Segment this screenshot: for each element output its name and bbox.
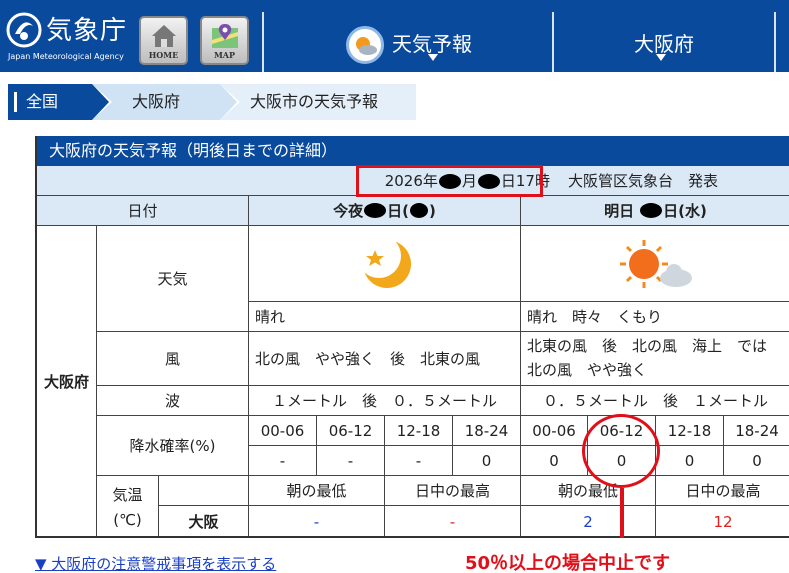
wave-row-label: 波: [97, 386, 249, 416]
pop-time: 00-06: [249, 416, 317, 446]
day1-weather-icon-cell: [249, 226, 521, 302]
temp-row-label: 気温 (℃): [97, 476, 159, 536]
issuer-text: 大阪管区気象台 発表: [567, 172, 718, 190]
map-pin-icon: [212, 24, 238, 48]
day2-max-value: 12: [656, 506, 789, 536]
menu-prefecture-label: 大阪府: [634, 32, 694, 56]
day1-wave-text: １メートル 後 ０．５メートル: [249, 386, 521, 416]
house-icon: [152, 25, 176, 47]
day1-paren: ): [429, 201, 436, 220]
pop-value: 0: [453, 446, 521, 476]
day2-max-label: 日中の最高: [656, 476, 789, 506]
redacted-mark: [410, 203, 428, 218]
breadcrumb-arrow: [220, 84, 237, 120]
pop-value: 0: [656, 446, 724, 476]
annotation-note: 50％以上の場合中止です: [465, 553, 671, 573]
menu-forecast[interactable]: 天気予報: [262, 12, 552, 72]
day1-header: 今夜 日(): [249, 196, 521, 226]
temp-label: 気温: [112, 486, 143, 504]
breadcrumb-national-label: 全国: [26, 92, 59, 111]
menu-forecast-label: 天気予報: [392, 32, 472, 56]
redacted-mark: [364, 203, 387, 218]
pop-value: -: [249, 446, 317, 476]
warning-link[interactable]: ▼ 大阪府の注意警戒事項を表示する: [35, 553, 276, 573]
day2-wind-text: 北東の風 後 北の風 海上 では 北の風 やや強く: [521, 332, 789, 386]
moon-star-icon: [356, 233, 411, 288]
day2-weather-icon-cell: [521, 226, 789, 302]
pop-time: 18-24: [724, 416, 789, 446]
breadcrumb-marker: [14, 92, 17, 112]
home-label: HOME: [148, 50, 179, 60]
temp-city: 大阪: [159, 506, 249, 536]
day2-weather-text: 晴れ 時々 くもり: [521, 302, 789, 332]
annotation-arrow: [620, 488, 624, 538]
chevron-down-icon: [656, 54, 666, 61]
day1-min-value: -: [249, 506, 385, 536]
pop-value: -: [317, 446, 385, 476]
site-header: 気象庁 Japan Meteorological Agency HOME MAP…: [0, 0, 789, 72]
redacted-mark: [640, 203, 663, 218]
menu-prefecture[interactable]: 大阪府: [554, 12, 774, 72]
day1-date: 日(: [387, 202, 409, 220]
wind-row-label: 風: [97, 332, 249, 386]
pop-row-label: 降水確率(%): [97, 416, 249, 476]
header-divider: [774, 12, 776, 72]
date-header: 日付: [37, 196, 249, 226]
breadcrumb-current-label: 大阪市の天気予報: [250, 92, 379, 111]
day1-wind-text: 北の風 やや強く 後 北東の風: [249, 332, 521, 386]
day1-weather-text: 晴れ: [249, 302, 521, 332]
sun-cloud-icon: [346, 26, 384, 64]
temp-city-header: [159, 476, 249, 506]
day1-max-label: 日中の最高: [385, 476, 521, 506]
breadcrumb-national[interactable]: 全国: [8, 84, 92, 120]
day2-header: 明日 日(水): [521, 196, 789, 226]
pop-value: 0: [724, 446, 789, 476]
map-button[interactable]: MAP: [200, 16, 249, 65]
breadcrumb: 全国 大阪府 大阪市の天気予報: [8, 84, 416, 120]
sun-cloud-icon: [619, 239, 692, 288]
pop-time: 06-12: [317, 416, 385, 446]
pop-time: 12-18: [385, 416, 453, 446]
pop-time: 00-06: [521, 416, 588, 446]
breadcrumb-current: 大阪市の天気予報: [220, 84, 416, 120]
logo-text-jp: 気象庁: [46, 16, 128, 46]
issue-time-highlight: [356, 165, 543, 197]
temp-unit: (℃): [113, 511, 142, 529]
day2-min-value: 2: [521, 506, 656, 536]
day1-min-label: 朝の最低: [249, 476, 385, 506]
pop-time: 12-18: [656, 416, 724, 446]
day2-date: 日(水): [663, 202, 707, 220]
jma-logo[interactable]: 気象庁 Japan Meteorological Agency: [6, 12, 130, 64]
breadcrumb-prefecture-label: 大阪府: [132, 92, 181, 111]
jma-logo-icon: [6, 12, 42, 48]
chevron-down-icon: [428, 54, 438, 61]
day1-max-value: -: [385, 506, 521, 536]
pop-time: 18-24: [453, 416, 521, 446]
panel-title: 大阪府の天気予報（明後日までの詳細）: [37, 136, 789, 166]
pop-value: -: [385, 446, 453, 476]
map-label: MAP: [213, 50, 236, 60]
logo-text-en: Japan Meteorological Agency: [8, 52, 124, 61]
home-button[interactable]: HOME: [139, 16, 188, 65]
day2-label: 明日: [604, 202, 635, 220]
weather-row-label: 天気: [97, 226, 249, 332]
breadcrumb-arrow: [92, 84, 109, 120]
day1-label: 今夜: [333, 202, 364, 220]
day2-wave-text: ０．５メートル 後 １メートル: [521, 386, 789, 416]
pop-value: 0: [521, 446, 588, 476]
region-cell: 大阪府: [37, 226, 97, 536]
pop-highlight-circle: [582, 414, 660, 488]
